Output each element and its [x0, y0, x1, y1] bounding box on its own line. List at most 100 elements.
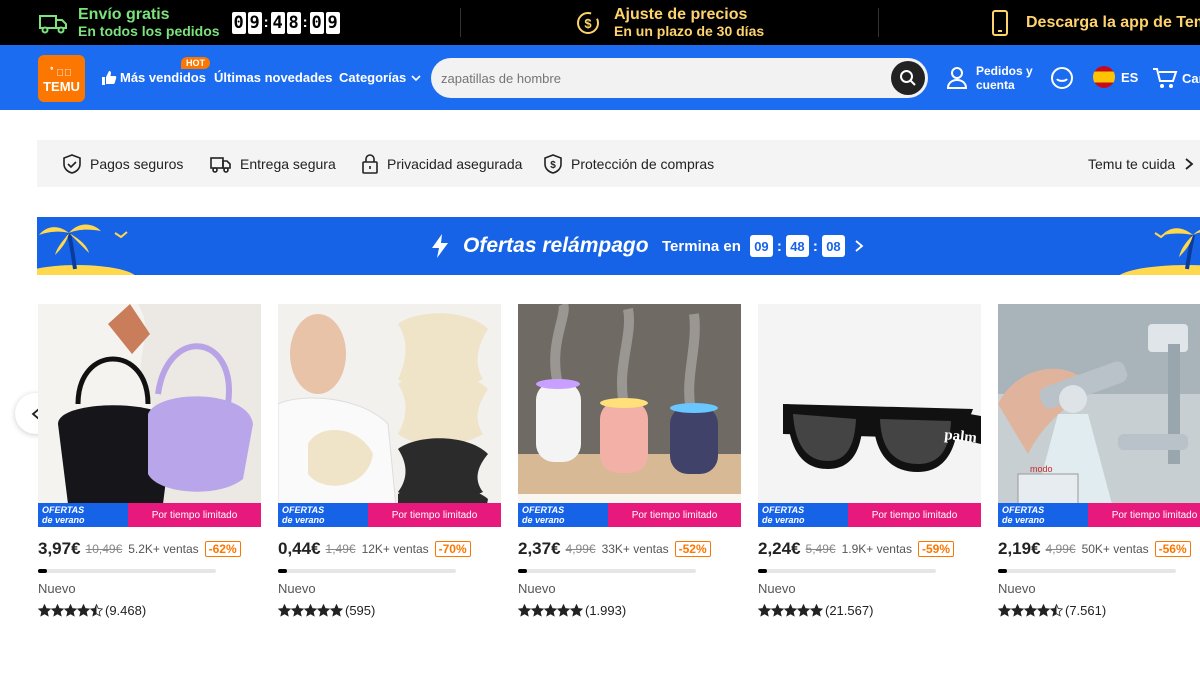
language-selector[interactable]: ES [1093, 66, 1138, 88]
limited-time-label: Por tiempo limitado [368, 503, 501, 527]
product-price: 2,37€ [518, 539, 561, 558]
trust-label: Protección de compras [571, 155, 715, 172]
shield-check-icon [63, 153, 81, 174]
sales-count: 12K+ ventas [361, 542, 429, 556]
trust-label: Privacidad asegurada [387, 155, 523, 172]
countdown-digit: 8 [286, 11, 301, 34]
sales-count: 1.9K+ ventas [841, 542, 912, 556]
shield-dollar-icon: $ [544, 153, 562, 174]
product-image[interactable]: modo OFERTAS de verano Por tiempo limitad… [998, 304, 1200, 527]
summer-deal-strip: OFERTAS de verano Por tiempo limitado [998, 503, 1200, 527]
sales-progress-bar [758, 569, 936, 573]
nav-new-arrivals[interactable]: Últimas novedades [214, 45, 333, 110]
trust-label: Entrega segura [240, 155, 336, 172]
product-rating: (595) [278, 603, 375, 618]
nav-bestsellers[interactable]: Más vendidos HOT [101, 45, 210, 110]
discount-badge: -70% [434, 541, 471, 557]
account-menu[interactable]: Pedidos y cuenta [946, 45, 1033, 110]
download-app-promo[interactable]: Descarga la app de Temu [990, 0, 1200, 45]
price-adjust-promo[interactable]: $ Ajuste de precios En un plazo de 30 dí… [574, 0, 764, 45]
sales-progress-bar [278, 569, 456, 573]
chevron-right-icon [1185, 157, 1194, 170]
flash-deals-banner[interactable]: Ofertas relámpago Termina en 09 : 48 : 0… [37, 217, 1200, 275]
shipping-subtitle: En todos los pedidos [78, 22, 220, 39]
svg-text:$: $ [550, 160, 556, 171]
original-price: 1,49€ [325, 542, 356, 556]
countdown-digit: 9 [325, 11, 340, 34]
star-rating-icon [518, 604, 583, 617]
search-bar [431, 58, 928, 98]
product-image[interactable]: OFERTAS de verano Por tiempo limitado [278, 304, 501, 527]
chevron-down-icon [411, 74, 421, 81]
product-rating: (9.468) [38, 603, 146, 618]
account-line2: cuenta [976, 77, 1015, 92]
account-line1: Pedidos y [976, 63, 1033, 78]
summer-deal-badge: OFERTAS de verano [278, 503, 368, 527]
nav-bestsellers-label: Más vendidos [120, 70, 206, 85]
search-input[interactable] [441, 58, 881, 98]
palm-tree-left-icon [37, 224, 135, 275]
star-rating-icon [758, 604, 823, 617]
product-card[interactable]: palm OFERTAS de verano Por tiempo limitad… [758, 304, 981, 618]
sales-count: 5.2K+ ventas [128, 542, 199, 556]
truck-icon [39, 14, 67, 33]
discount-badge: -62% [204, 541, 241, 557]
product-price: 2,19€ [998, 539, 1041, 558]
summer-deal-strip: OFERTAS de verano Por tiempo limitado [38, 503, 261, 527]
summer-deal-badge: OFERTAS de verano [38, 503, 128, 527]
trust-secure-delivery[interactable]: Entrega segura [210, 140, 336, 187]
review-count: (1.993) [585, 603, 627, 618]
chat-icon [1051, 67, 1073, 89]
logo-word: TEMU [43, 78, 80, 94]
user-icon [946, 66, 968, 89]
product-card[interactable]: OFERTAS de verano Por tiempo limitado 2,3… [518, 304, 741, 618]
chevron-right-icon [855, 240, 864, 252]
product-card[interactable]: OFERTAS de verano Por tiempo limitado 0,4… [278, 304, 501, 618]
review-count: (7.561) [1065, 603, 1107, 618]
product-rating: (7.561) [998, 603, 1106, 618]
promo-countdown: 0 9 : 4 8 : 0 9 [231, 11, 340, 34]
product-image[interactable]: palm OFERTAS de verano Por tiempo limitad… [758, 304, 981, 527]
temu-cares-link[interactable]: Temu te cuida [1088, 140, 1200, 187]
product-price: 3,97€ [38, 539, 81, 558]
search-button[interactable] [891, 61, 925, 95]
free-shipping-promo[interactable]: Envío gratis En todos los pedidos 0 9 : … [38, 0, 342, 45]
site-header: ﾟ◡ﾟ TEMU Más vendidos HOT Últimas noveda… [0, 45, 1200, 110]
flash-title-text: Ofertas relámpago [463, 234, 649, 257]
discount-badge: -52% [674, 541, 711, 557]
trust-label: Pagos seguros [90, 155, 184, 172]
nav-new-arrivals-label: Últimas novedades [214, 70, 333, 85]
download-app-text: Descarga la app de Temu [1026, 13, 1200, 31]
sales-progress-bar [38, 569, 216, 573]
spain-flag-icon [1093, 66, 1115, 88]
trust-purchase-protection[interactable]: $ Protección de compras [543, 140, 714, 187]
summer-deal-strip: OFERTAS de verano Por tiempo limitado [758, 503, 981, 527]
shipping-title: Envío gratis [78, 5, 170, 23]
product-card[interactable]: modo OFERTAS de verano Por tiempo limitad… [998, 304, 1200, 618]
trust-privacy[interactable]: Privacidad asegurada [361, 140, 522, 187]
new-tag: Nuevo [38, 581, 76, 596]
countdown-digit: 0 [309, 11, 324, 34]
product-rating: (1.993) [518, 603, 626, 618]
product-card[interactable]: OFERTAS de verano Por tiempo limitado 3,9… [38, 304, 261, 618]
product-image[interactable]: OFERTAS de verano Por tiempo limitado [38, 304, 261, 527]
product-image[interactable]: OFERTAS de verano Por tiempo limitado [518, 304, 741, 527]
countdown-digit: 0 [231, 11, 246, 34]
limited-time-label: Por tiempo limitado [1088, 503, 1200, 527]
cart-button[interactable]: Carrito [1152, 66, 1200, 90]
new-tag: Nuevo [518, 581, 556, 596]
new-tag: Nuevo [278, 581, 316, 596]
cart-icon [1153, 68, 1178, 88]
countdown-digit: 9 [247, 11, 262, 34]
trust-secure-payments[interactable]: Pagos seguros [62, 140, 183, 187]
original-price: 5,49€ [805, 542, 836, 556]
price-adjust-icon: $ [577, 11, 599, 34]
nav-categories[interactable]: Categorías [339, 45, 422, 110]
hot-badge: HOT [181, 57, 210, 69]
original-price: 4,99€ [565, 542, 596, 556]
product-rating: (21.567) [758, 603, 873, 618]
support-chat-button[interactable] [1050, 66, 1074, 95]
temu-logo[interactable]: ﾟ◡ﾟ TEMU [38, 55, 85, 102]
promo-bar: Envío gratis En todos los pedidos 0 9 : … [0, 0, 1200, 45]
review-count: (595) [345, 603, 376, 618]
